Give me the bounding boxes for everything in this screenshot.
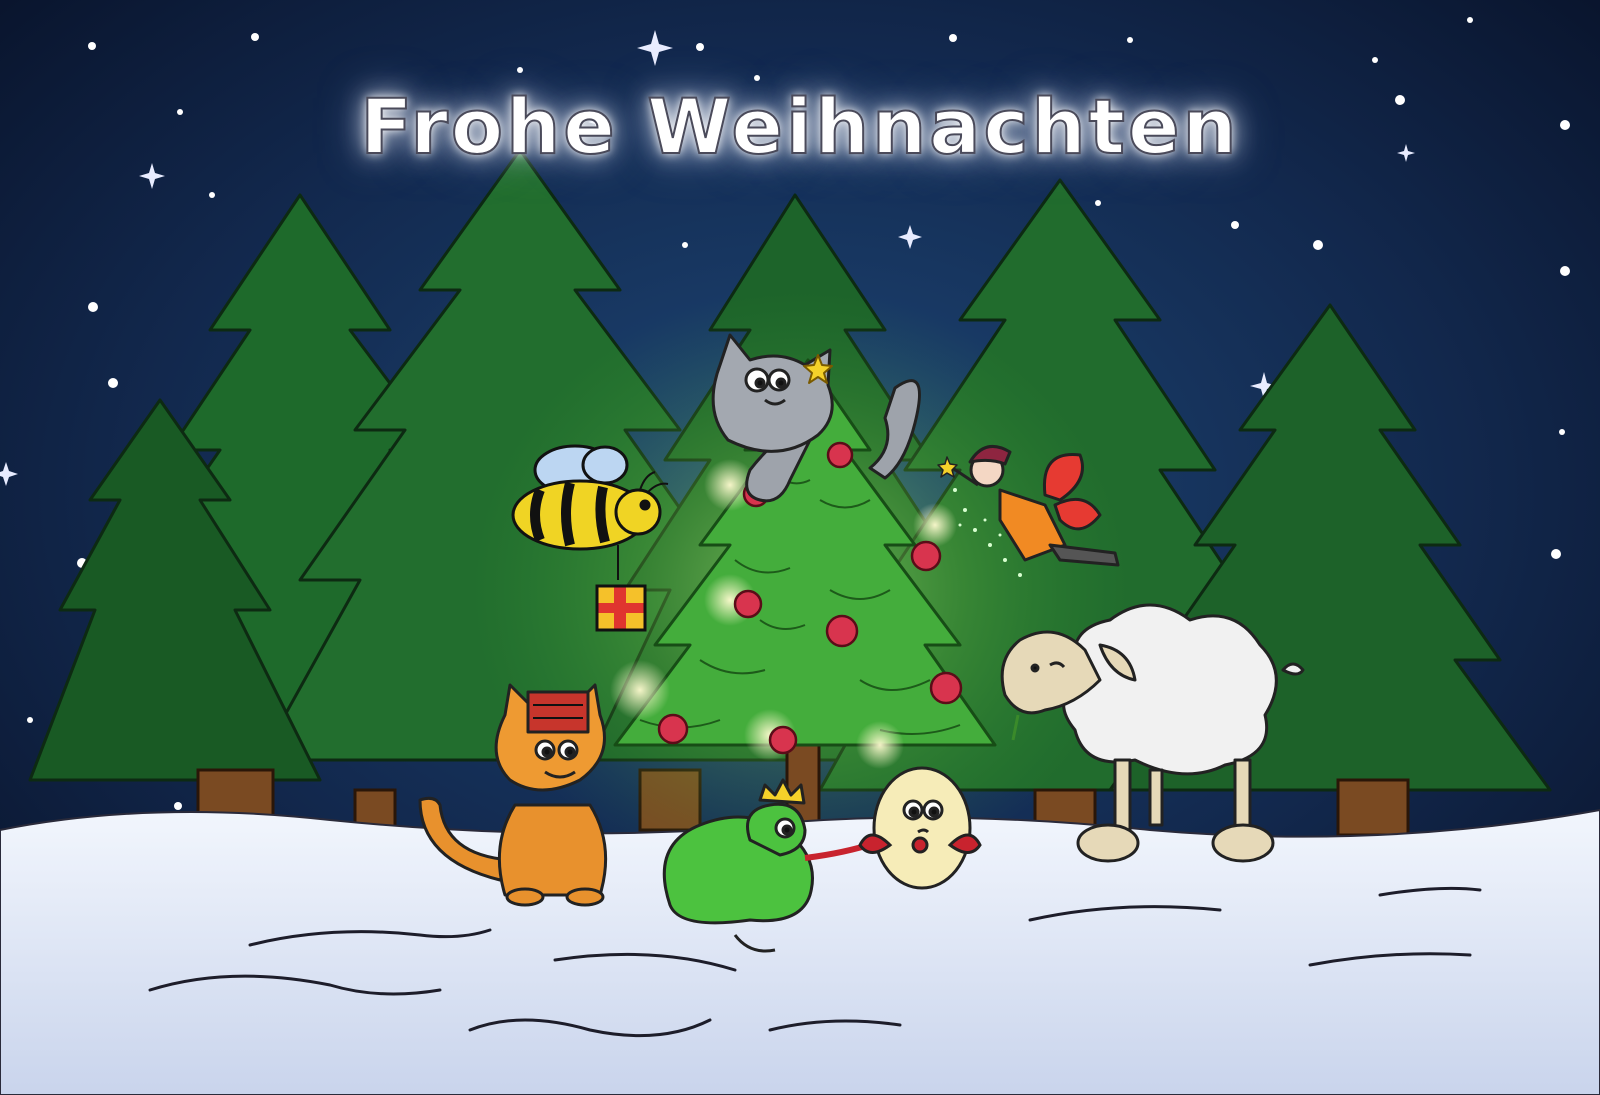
greeting-title: Frohe Weihnachten bbox=[359, 81, 1240, 172]
gift-box bbox=[595, 584, 647, 632]
christmas-card: Frohe Weihnachten bbox=[0, 0, 1600, 1095]
